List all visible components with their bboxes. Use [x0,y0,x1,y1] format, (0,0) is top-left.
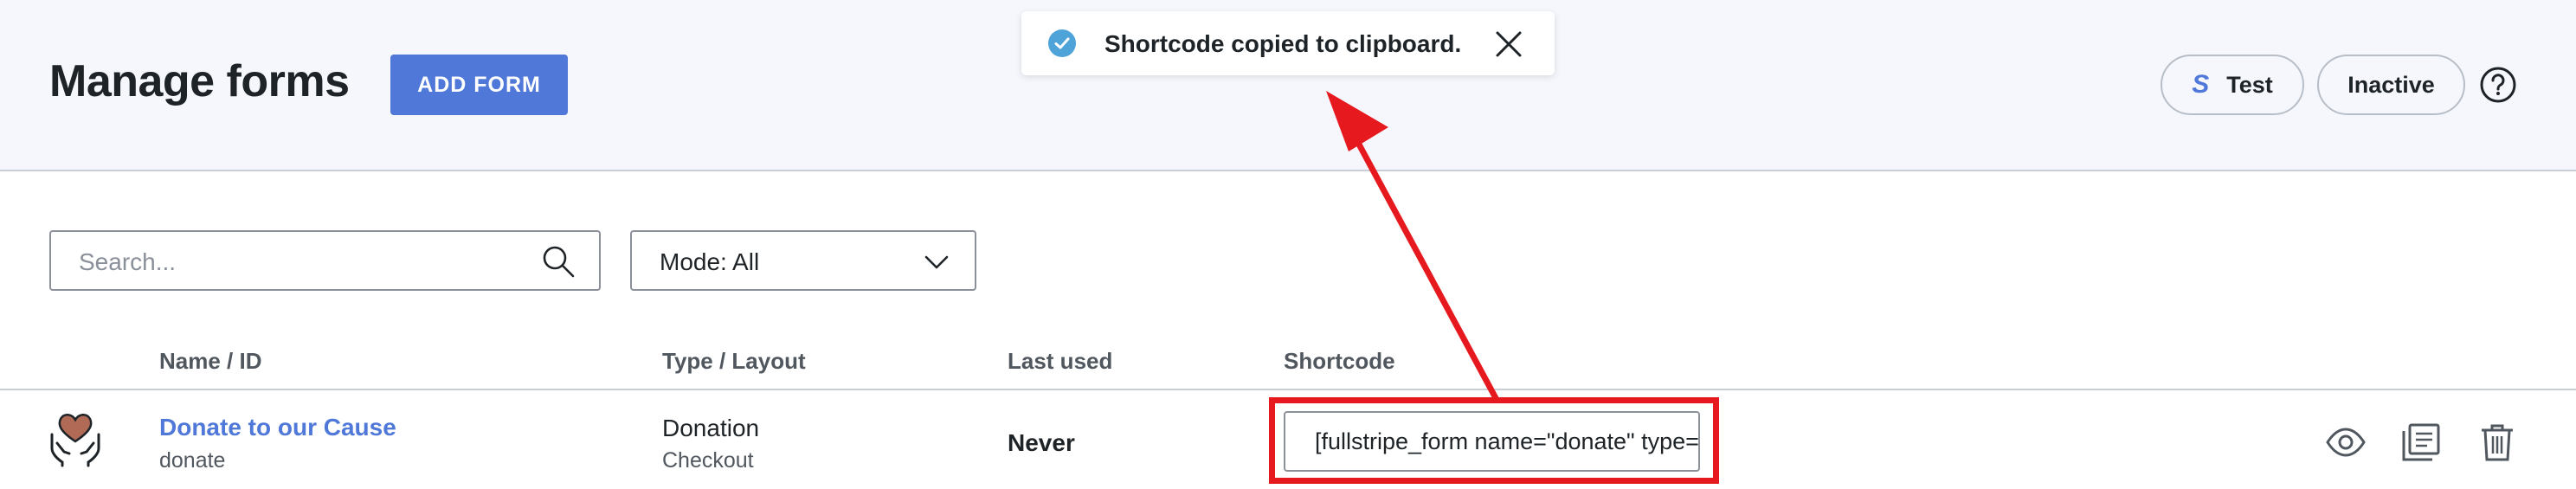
stripe-logo-icon: S [2192,70,2210,99]
test-mode-label: Test [2226,71,2273,98]
help-icon[interactable] [2479,66,2517,104]
toast-notification: Shortcode copied to clipboard. [1021,11,1555,75]
trash-icon[interactable] [2476,422,2518,462]
eye-icon[interactable] [2325,422,2367,462]
annotation-highlight-box [1269,397,1719,484]
search-icon[interactable] [541,244,576,279]
column-header-name[interactable]: Name / ID [159,348,262,375]
donation-heart-hands-icon [50,414,100,467]
column-header-last-used[interactable]: Last used [1008,348,1112,375]
duplicate-icon[interactable] [2400,422,2442,462]
mode-select-value: Mode: All [660,248,760,275]
inactive-status-button[interactable]: Inactive [2317,55,2465,115]
mode-select[interactable]: Mode: All [630,230,976,291]
form-layout: Checkout [662,448,754,473]
check-circle-icon [1048,29,1076,57]
page-title: Manage forms [49,56,350,106]
form-type: Donation [662,415,760,441]
add-form-button[interactable]: ADD FORM [390,55,568,115]
search-input[interactable] [77,244,531,280]
search-box [49,230,601,291]
annotation-arrow [1326,91,1499,402]
last-used-value: Never [1008,429,1075,456]
close-icon[interactable] [1493,29,1524,60]
column-header-type[interactable]: Type / Layout [662,348,806,375]
test-mode-toggle[interactable]: S Test [2161,55,2304,115]
form-name-link[interactable]: Donate to our Cause [159,414,396,441]
chevron-down-icon [924,255,949,269]
form-id: donate [159,448,226,473]
toast-message: Shortcode copied to clipboard. [1104,30,1462,57]
table-divider [0,389,2576,390]
